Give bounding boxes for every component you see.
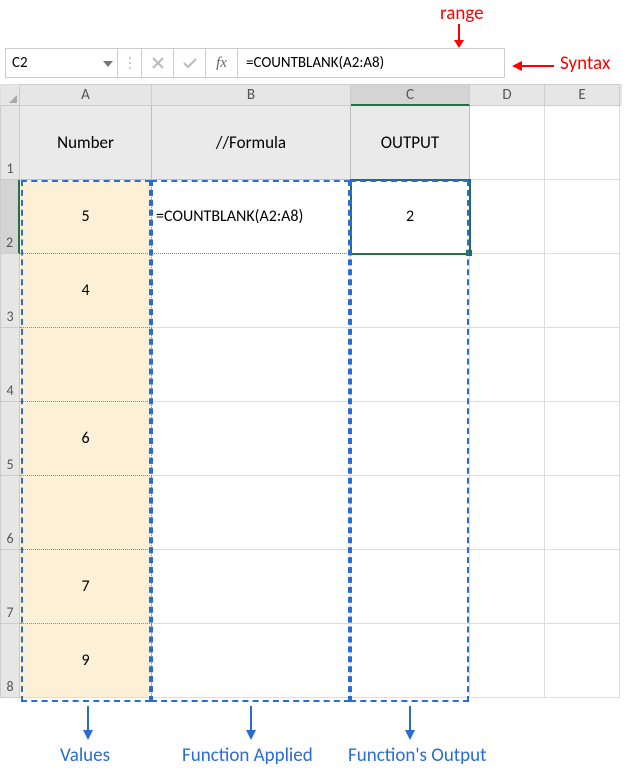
cell-d5[interactable] (470, 402, 545, 476)
cell-e4[interactable] (545, 328, 620, 402)
select-all-corner[interactable] (0, 84, 20, 106)
arrow-down-icon (243, 706, 259, 740)
table-row: 8 9 (0, 624, 622, 698)
dropdown-icon[interactable] (103, 54, 113, 72)
column-headers: A B C D E (0, 84, 622, 106)
col-header-d[interactable]: D (470, 84, 545, 106)
cell-b7[interactable] (152, 550, 351, 624)
cell-e5[interactable] (545, 402, 620, 476)
table-row: 4 (0, 328, 622, 402)
name-box-value: C2 (12, 54, 28, 72)
cell-a7[interactable]: 7 (20, 550, 152, 624)
cancel-formula-icon[interactable] (142, 49, 174, 77)
cell-c8[interactable] (351, 624, 470, 698)
cell-c2[interactable]: 2 (351, 180, 470, 254)
cell-c5[interactable] (351, 402, 470, 476)
table-row: 2 5 =COUNTBLANK(A2:A8) 2 (0, 180, 622, 254)
cell-b3[interactable] (152, 254, 351, 328)
cell-c4[interactable] (351, 328, 470, 402)
cell-b2[interactable]: =COUNTBLANK(A2:A8) (152, 180, 351, 254)
row-header-7[interactable]: 7 (0, 550, 20, 624)
cell-b5[interactable] (152, 402, 351, 476)
cell-e7[interactable] (545, 550, 620, 624)
cell-e2[interactable] (545, 180, 620, 254)
cell-b1[interactable]: //Formula (152, 106, 351, 180)
cell-e6[interactable] (545, 476, 620, 550)
cell-d1[interactable] (470, 106, 545, 180)
arrow-down-icon (80, 706, 96, 740)
annotation-syntax: Syntax (560, 52, 610, 75)
enter-formula-icon[interactable] (174, 49, 206, 77)
cell-c7[interactable] (351, 550, 470, 624)
cell-c1[interactable]: OUTPUT (351, 106, 470, 180)
cell-d4[interactable] (470, 328, 545, 402)
cell-d2[interactable] (470, 180, 545, 254)
row-header-4[interactable]: 4 (0, 328, 20, 402)
cell-c3[interactable] (351, 254, 470, 328)
arrow-down-icon (450, 24, 468, 48)
col-header-c[interactable]: C (351, 84, 470, 106)
cell-d3[interactable] (470, 254, 545, 328)
cell-b4[interactable] (152, 328, 351, 402)
table-row: 5 6 (0, 402, 622, 476)
cell-b6[interactable] (152, 476, 351, 550)
arrow-left-icon (512, 58, 554, 74)
row-header-8[interactable]: 8 (0, 624, 20, 698)
formula-text: =COUNTBLANK(A2:A8) (246, 54, 384, 72)
spreadsheet-grid: A B C D E 1 Number //Formula OUTPUT 2 5 … (0, 84, 622, 698)
row-header-6[interactable]: 6 (0, 476, 20, 550)
arrow-down-icon (402, 706, 418, 740)
table-row: 3 4 (0, 254, 622, 328)
cell-a3[interactable]: 4 (20, 254, 152, 328)
row-header-1[interactable]: 1 (0, 106, 20, 180)
table-row: 1 Number //Formula OUTPUT (0, 106, 622, 180)
row-header-3[interactable]: 3 (0, 254, 20, 328)
cell-d6[interactable] (470, 476, 545, 550)
cell-a2[interactable]: 5 (20, 180, 152, 254)
cell-e8[interactable] (545, 624, 620, 698)
col-header-b[interactable]: B (152, 84, 351, 106)
formula-bar: C2 fx =COUNTBLANK(A2:A8) (5, 48, 505, 78)
annotation-values: Values (60, 744, 110, 767)
cell-c6[interactable] (351, 476, 470, 550)
cell-e1[interactable] (545, 106, 620, 180)
divider-icon (118, 49, 142, 77)
cell-d7[interactable] (470, 550, 545, 624)
cell-a6[interactable] (20, 476, 152, 550)
cell-b8[interactable] (152, 624, 351, 698)
col-header-e[interactable]: E (545, 84, 620, 106)
col-header-a[interactable]: A (20, 84, 152, 106)
table-row: 7 7 (0, 550, 622, 624)
annotation-function-output: Function's Output (348, 744, 487, 767)
row-header-2[interactable]: 2 (0, 180, 20, 254)
table-row: 6 (0, 476, 622, 550)
cell-e3[interactable] (545, 254, 620, 328)
cell-a4[interactable] (20, 328, 152, 402)
cell-a1[interactable]: Number (20, 106, 152, 180)
insert-function-icon[interactable]: fx (206, 49, 238, 77)
row-header-5[interactable]: 5 (0, 402, 20, 476)
name-box[interactable]: C2 (6, 49, 118, 77)
annotation-function-applied: Function Applied (182, 744, 313, 767)
formula-input[interactable]: =COUNTBLANK(A2:A8) (238, 49, 504, 77)
cell-d8[interactable] (470, 624, 545, 698)
cell-a8[interactable]: 9 (20, 624, 152, 698)
annotation-range: range (440, 2, 484, 25)
cell-a5[interactable]: 6 (20, 402, 152, 476)
